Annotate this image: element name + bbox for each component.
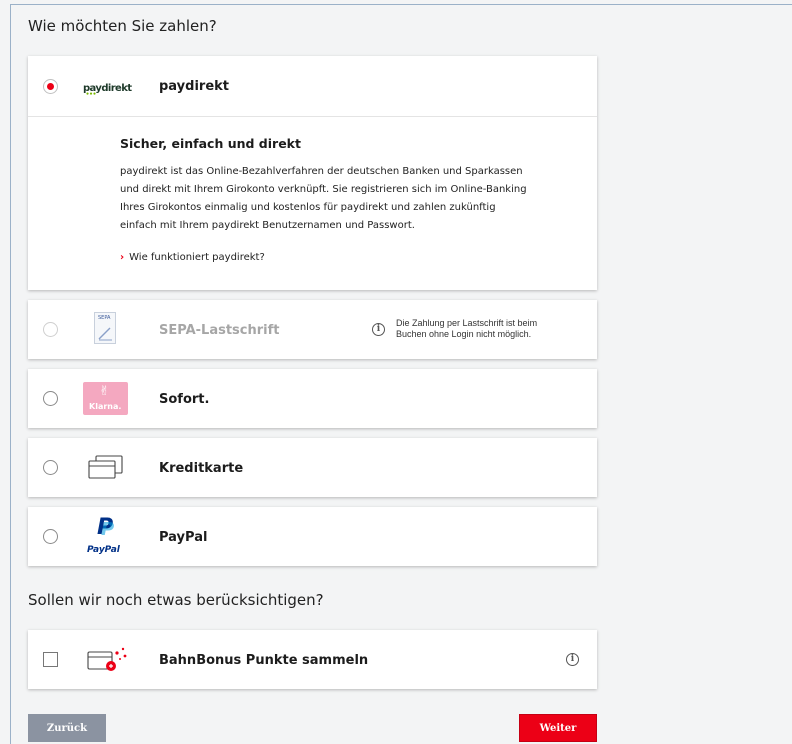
paydirekt-label: paydirekt [159,79,230,94]
chevron-right-icon: › [120,252,125,263]
radio-sepa [43,322,58,337]
paydirekt-details-line-2: und direkt mit Ihrem Girokonto verknüpft… [120,184,527,195]
klarna-logo-text: Klarna. [89,402,122,411]
paydirekt-how-it-works-text: Wie funktioniert paydirekt? [129,252,265,263]
bahnbonus-label: BahnBonus Punkte sammeln [159,653,369,668]
bahnbonus-card-icon [87,647,127,671]
sepa-signature-icon [98,327,112,341]
paypal-p-shadow-icon: P [101,519,115,540]
checkbox-bahnbonus[interactable] [43,652,58,667]
sepa-document-icon: SEPA [94,312,116,344]
paydirekt-how-it-works-link[interactable]: › Wie funktioniert paydirekt? [120,252,265,263]
sofort-label: Sofort. [159,392,210,407]
credit-card-icon [88,455,123,479]
payment-option-paydirekt[interactable]: paydirekt ●●● paydirekt Sicher, einfach … [28,56,597,290]
radio-paydirekt[interactable] [43,79,58,94]
paydirekt-details-line-3: Ihres Girokontos einmalig und kostenlos … [120,202,496,213]
paydirekt-divider [28,116,597,117]
info-icon[interactable]: i [566,653,579,666]
payment-heading: Wie möchten Sie zahlen? [28,17,217,35]
payment-option-sofort[interactable]: ✌ Klarna. Sofort. [28,369,597,428]
payment-option-sepa: SEPA SEPA-Lastschrift i Die Zahlung per … [28,300,597,359]
next-button[interactable]: Weiter [519,714,597,742]
paydirekt-logo-dots: ●●● [86,91,97,97]
paydirekt-logo: paydirekt ●●● [83,78,135,97]
paydirekt-details-title: Sicher, einfach und direkt [120,136,301,151]
radio-kreditkarte[interactable] [43,460,58,475]
extras-option-bahnbonus[interactable]: BahnBonus Punkte sammeln i [28,630,597,689]
sepa-logo-text: SEPA [98,315,111,321]
paypal-logo: P P PayPal [87,515,127,558]
klarna-logo: ✌ Klarna. [83,382,128,415]
radio-sofort[interactable] [43,391,58,406]
kreditkarte-label: Kreditkarte [159,461,244,476]
sepa-note-line-2: Buchen ohne Login nicht möglich. [396,329,532,339]
back-button[interactable]: Zurück [28,714,106,742]
sepa-label: SEPA-Lastschrift [159,323,280,338]
paydirekt-details-line-1: paydirekt ist das Online-Bezahlverfahren… [120,166,523,177]
paypal-label: PayPal [159,530,208,545]
paydirekt-details-line-4: einfach mit Ihrem paydirekt Benutzername… [120,220,415,231]
sepa-note-line-1: Die Zahlung per Lastschrift ist beim [396,318,538,328]
radio-paypal[interactable] [43,529,58,544]
victory-hand-icon: ✌ [99,383,110,398]
payment-option-paypal[interactable]: P P PayPal PayPal [28,507,597,566]
extras-heading: Sollen wir noch etwas berücksichtigen? [28,591,324,609]
sepa-note: Die Zahlung per Lastschrift ist beim Buc… [396,318,537,340]
paypal-logo-text: PayPal [87,545,120,555]
payment-option-kreditkarte[interactable]: Kreditkarte [28,438,597,497]
info-icon: i [372,323,385,336]
